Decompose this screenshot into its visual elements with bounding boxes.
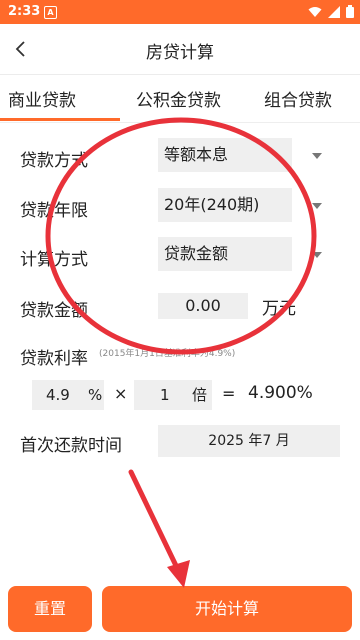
loan-type-label: 贷款方式 [20, 151, 88, 171]
calc-method-label: 计算方式 [20, 250, 88, 270]
active-tab-indicator [0, 118, 120, 121]
status-time: 2:33 [8, 4, 41, 19]
multiplier-value: 1 [160, 386, 170, 404]
tab-commercial-loan[interactable]: 商业贷款 [8, 86, 76, 122]
rate-result: 4.900% [248, 383, 313, 403]
base-rate-input[interactable]: 4.9 % [32, 380, 104, 410]
calc-method-select[interactable]: 贷款金额 [158, 237, 292, 271]
tab-combined-loan[interactable]: 组合贷款 [264, 86, 332, 122]
rate-label: 贷款利率 [20, 349, 88, 369]
first-payment-label: 首次还款时间 [20, 436, 122, 456]
nav-bar: 房贷计算 [0, 24, 360, 75]
loan-amount-label: 贷款金额 [20, 301, 88, 321]
loan-term-dropdown-icon[interactable] [312, 203, 322, 209]
first-payment-date-picker[interactable]: 2025 年7 月 [158, 425, 340, 457]
status-bar: 2:33 A [0, 0, 360, 24]
loan-term-label: 贷款年限 [20, 201, 88, 221]
signal-icon [328, 5, 340, 18]
loan-term-select[interactable]: 20年(240期) [158, 188, 292, 222]
loan-amount-input[interactable]: 0.00 [158, 293, 248, 319]
loan-amount-unit: 万元 [262, 299, 296, 319]
reset-button[interactable]: 重置 [8, 586, 92, 632]
annotation-arrow-shaft [128, 469, 183, 577]
annotation-arrow-head [167, 560, 190, 588]
battery-icon [346, 5, 354, 18]
page-title: 房贷计算 [146, 43, 214, 63]
calc-method-dropdown-icon[interactable] [312, 252, 322, 258]
loan-type-dropdown-icon[interactable] [312, 153, 322, 159]
tabs-divider [0, 122, 360, 123]
rate-note: (2015年1月1日基准利率为4.9%) [99, 349, 236, 359]
base-rate-unit: % [88, 386, 103, 404]
multiply-symbol: × [114, 384, 128, 403]
tab-provident-fund-loan[interactable]: 公积金贷款 [136, 86, 221, 122]
tab-bar: 商业贷款 公积金贷款 组合贷款 [0, 74, 360, 122]
equals-symbol: = [222, 384, 236, 403]
wifi-icon [308, 6, 322, 17]
base-rate-value: 4.9 [46, 386, 70, 404]
multiplier-unit: 倍 [192, 386, 208, 404]
loan-type-select[interactable]: 等额本息 [158, 138, 292, 172]
status-icons [308, 5, 354, 18]
notification-icon: A [44, 6, 57, 19]
calculate-button[interactable]: 开始计算 [102, 586, 352, 632]
rate-multiplier-input[interactable]: 1 倍 [134, 380, 212, 410]
